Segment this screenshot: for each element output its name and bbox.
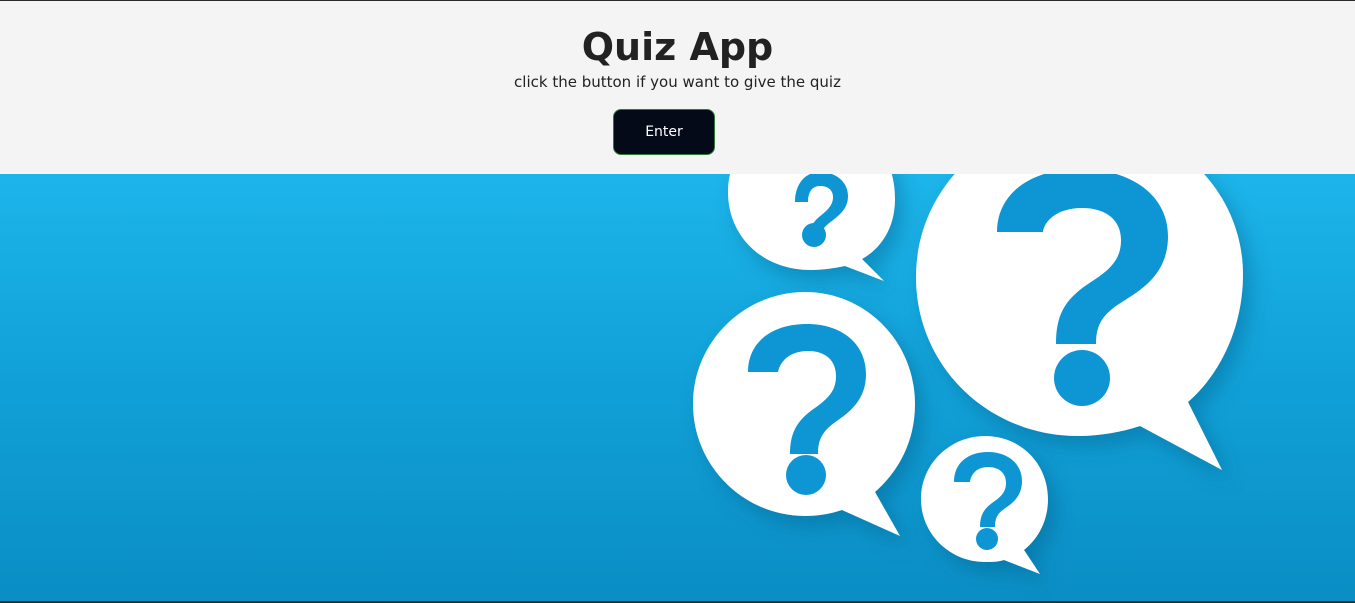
question-bubble-icon: [693, 292, 915, 536]
question-bubbles-illustration: [693, 174, 1243, 574]
question-bubble-icon: [921, 436, 1048, 574]
page-header: Quiz App click the button if you want to…: [0, 1, 1355, 174]
enter-button[interactable]: Enter: [613, 109, 715, 155]
hero-image: [0, 174, 1355, 601]
question-bubble-icon: [916, 174, 1243, 470]
page-subtitle: click the button if you want to give the…: [514, 73, 841, 91]
question-bubble-icon: [728, 174, 895, 281]
page-title: Quiz App: [581, 25, 774, 69]
